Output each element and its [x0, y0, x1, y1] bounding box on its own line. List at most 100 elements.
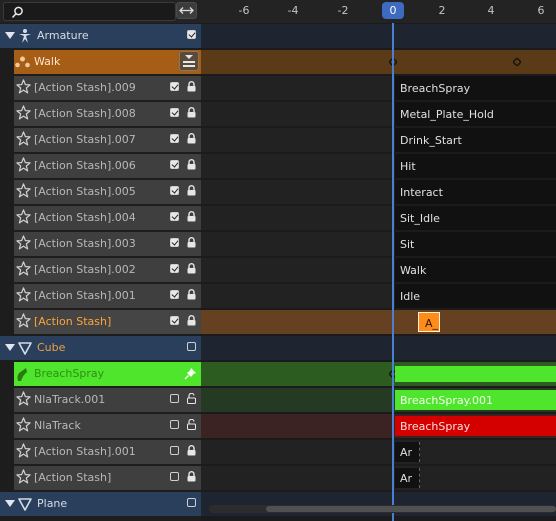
star-icon[interactable]	[16, 131, 31, 146]
unlock-icon[interactable]	[187, 419, 196, 430]
star-icon[interactable]	[16, 261, 31, 276]
action-strip[interactable]: Metal_Plate_Hold	[395, 102, 556, 126]
lock-icon[interactable]	[187, 289, 196, 300]
visibility-checkbox[interactable]	[187, 30, 196, 39]
timeline-ruler[interactable]: -6 -4 -2 0 2 4 6	[201, 0, 556, 23]
star-icon[interactable]	[16, 157, 31, 172]
star-icon[interactable]	[16, 235, 31, 250]
enable-checkbox[interactable]	[170, 186, 179, 195]
playhead-line[interactable]	[392, 23, 394, 521]
strip-label: Idle	[400, 290, 421, 303]
enable-checkbox[interactable]	[170, 420, 179, 429]
star-icon[interactable]	[16, 469, 31, 484]
action-strip[interactable]: Idle	[395, 284, 556, 308]
lock-icon[interactable]	[187, 237, 196, 248]
star-icon[interactable]	[16, 209, 31, 224]
nla-track-row[interactable]: [Action Stash].001	[14, 284, 201, 308]
lock-icon[interactable]	[187, 471, 196, 482]
action-strip[interactable]: Hit	[395, 154, 556, 178]
lock-icon[interactable]	[187, 107, 196, 118]
action-strip[interactable]: BreachSpray	[395, 416, 556, 436]
expand-triangle-icon[interactable]	[5, 344, 15, 351]
mesh-icon	[18, 342, 32, 355]
arrows-horizontal-icon	[179, 7, 194, 14]
nla-track-row[interactable]: [Action Stash]	[14, 466, 201, 490]
nla-track-row-active[interactable]: [Action Stash]	[14, 310, 201, 334]
nla-track-row[interactable]: [Action Stash].005	[14, 180, 201, 204]
enable-checkbox[interactable]	[170, 446, 179, 455]
search-input[interactable]	[26, 3, 171, 20]
star-icon[interactable]	[16, 391, 31, 406]
expand-triangle-icon[interactable]	[5, 32, 15, 39]
visibility-checkbox[interactable]	[187, 498, 196, 507]
star-icon[interactable]	[16, 79, 31, 94]
lock-icon[interactable]	[187, 185, 196, 196]
object-row-plane[interactable]: Plane	[0, 492, 201, 516]
strip-area[interactable]: BreachSpray Metal_Plate_Hold Drink_Start…	[201, 23, 556, 521]
nla-track-row[interactable]: [Action Stash].009	[14, 76, 201, 100]
action-strip[interactable]: Ar	[395, 442, 420, 462]
action-strip[interactable]: Sit	[395, 232, 556, 256]
enable-checkbox[interactable]	[170, 472, 179, 481]
lock-icon[interactable]	[187, 133, 196, 144]
enable-checkbox[interactable]	[170, 264, 179, 273]
nla-track-row[interactable]: [Action Stash].006	[14, 154, 201, 178]
star-icon[interactable]	[16, 183, 31, 198]
star-icon[interactable]	[16, 417, 31, 432]
push-down-button[interactable]	[179, 51, 199, 71]
enable-checkbox[interactable]	[170, 394, 179, 403]
track-label: [Action Stash].009	[34, 81, 136, 94]
action-strip[interactable]: Interact	[395, 180, 556, 204]
nla-track-row[interactable]: [Action Stash].002	[14, 258, 201, 282]
horizontal-scrollbar[interactable]	[209, 505, 556, 513]
nla-track-row[interactable]: NlaTrack.001	[14, 388, 201, 412]
action-row-walk[interactable]: Walk	[14, 50, 201, 74]
action-strip[interactable]: BreachSpray.001	[395, 390, 556, 410]
enable-checkbox[interactable]	[170, 316, 179, 325]
visibility-checkbox[interactable]	[187, 342, 196, 351]
lock-icon[interactable]	[187, 159, 196, 170]
star-icon[interactable]	[16, 287, 31, 302]
track-label: NlaTrack	[34, 419, 81, 432]
action-strip-selected[interactable]: A_	[418, 312, 440, 332]
star-icon[interactable]	[16, 443, 31, 458]
pin-icon[interactable]	[184, 367, 197, 380]
nla-track-row[interactable]: [Action Stash].004	[14, 206, 201, 230]
enable-checkbox[interactable]	[170, 160, 179, 169]
nla-track-row[interactable]: [Action Stash].003	[14, 232, 201, 256]
lock-icon[interactable]	[187, 263, 196, 274]
nla-track-row[interactable]: NlaTrack	[14, 414, 201, 438]
nla-track-row[interactable]: [Action Stash].001	[14, 440, 201, 464]
action-strip[interactable]: Sit_Idle	[395, 206, 556, 230]
track-label: [Action Stash].005	[34, 185, 136, 198]
action-strip[interactable]: Drink_Start	[395, 128, 556, 152]
enable-checkbox[interactable]	[170, 108, 179, 117]
enable-checkbox[interactable]	[170, 82, 179, 91]
star-icon[interactable]	[16, 105, 31, 120]
enable-checkbox[interactable]	[170, 212, 179, 221]
action-strip[interactable]: Ar	[395, 468, 420, 488]
lock-icon[interactable]	[187, 81, 196, 92]
unlock-icon[interactable]	[187, 393, 196, 404]
object-row-cube[interactable]: Cube	[0, 336, 201, 360]
nla-track-row[interactable]: [Action Stash].007	[14, 128, 201, 152]
object-band	[201, 336, 556, 360]
object-row-armature[interactable]: Armature	[0, 24, 201, 48]
action-row-breachspray[interactable]: BreachSpray	[14, 362, 201, 386]
current-frame-indicator[interactable]: 0	[382, 2, 404, 19]
lock-icon[interactable]	[187, 211, 196, 222]
enable-checkbox[interactable]	[170, 238, 179, 247]
nla-track-row[interactable]: [Action Stash].008	[14, 102, 201, 126]
search-field[interactable]	[3, 2, 176, 21]
lock-icon[interactable]	[187, 315, 196, 326]
star-icon[interactable]	[16, 313, 31, 328]
expand-triangle-icon[interactable]	[5, 500, 15, 507]
swap-filter-button[interactable]	[176, 2, 197, 19]
strip-label: Metal_Plate_Hold	[400, 108, 494, 121]
action-strip[interactable]: Walk	[395, 258, 556, 282]
scrollbar-thumb[interactable]	[266, 506, 556, 512]
lock-icon[interactable]	[187, 445, 196, 456]
enable-checkbox[interactable]	[170, 134, 179, 143]
action-strip[interactable]: BreachSpray	[395, 76, 556, 100]
enable-checkbox[interactable]	[170, 290, 179, 299]
